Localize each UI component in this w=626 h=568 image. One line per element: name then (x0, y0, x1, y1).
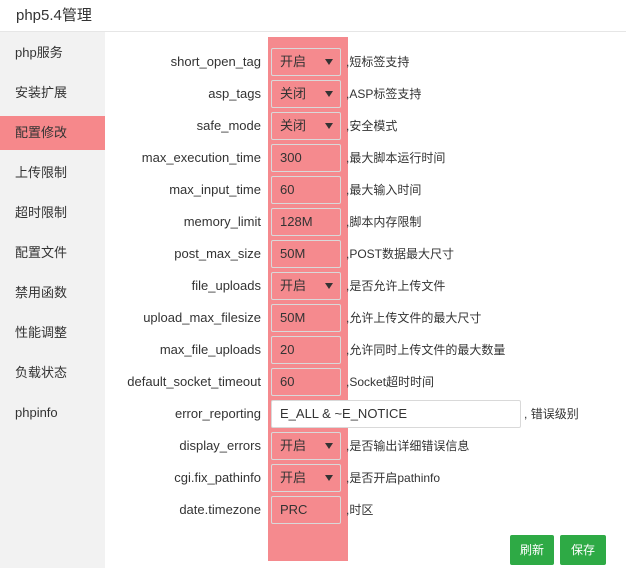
config-label: display_errors (179, 438, 261, 453)
config-label: default_socket_timeout (127, 374, 261, 389)
display-errors-select[interactable]: 开启 (271, 432, 341, 460)
config-row-asp-tags: asp_tags 关闭 ,ASP标签支持 (105, 80, 626, 108)
file-uploads-select[interactable]: 开启 (271, 272, 341, 300)
max-execution-time-input[interactable]: 300 (271, 144, 341, 172)
config-desc: ,是否允许上传文件 (346, 279, 446, 293)
config-desc: ,最大输入时间 (346, 183, 422, 197)
config-desc: ,安全模式 (346, 119, 398, 133)
window-title: php5.4管理 (16, 7, 92, 24)
config-label: max_input_time (169, 182, 261, 197)
config-row-cgi-fix-pathinfo: cgi.fix_pathinfo 开启 ,是否开启pathinfo (105, 464, 626, 492)
config-label: file_uploads (191, 278, 261, 293)
sidebar-item-disabled-functions[interactable]: 禁用函数 (0, 276, 105, 310)
sidebar-item-phpinfo[interactable]: phpinfo (0, 396, 105, 430)
sidebar-item-php-service[interactable]: php服务 (0, 36, 105, 70)
error-reporting-input[interactable]: E_ALL & ~E_NOTICE (271, 400, 521, 428)
config-row-display-errors: display_errors 开启 ,是否输出详细错误信息 (105, 432, 626, 460)
upload-max-filesize-input[interactable]: 50M (271, 304, 341, 332)
config-label: asp_tags (208, 86, 261, 101)
sidebar-item-config-edit[interactable]: 配置修改 (0, 116, 105, 150)
config-label: memory_limit (183, 214, 261, 229)
config-desc: ,允许上传文件的最大尺寸 (346, 311, 482, 325)
config-label: upload_max_filesize (143, 310, 261, 325)
config-label: date.timezone (179, 502, 261, 517)
safe-mode-select[interactable]: 关闭 (271, 112, 341, 140)
sidebar-item-load-status[interactable]: 负载状态 (0, 356, 105, 390)
save-button[interactable]: 保存 (560, 535, 606, 565)
max-file-uploads-input[interactable]: 20 (271, 336, 341, 364)
config-row-date-timezone: date.timezone PRC ,时区 (105, 496, 626, 524)
config-row-error-reporting: error_reporting E_ALL & ~E_NOTICE , 错误级别 (105, 400, 626, 428)
config-row-max-file-uploads: max_file_uploads 20 ,允许同时上传文件的最大数量 (105, 336, 626, 364)
sidebar-item-install-extensions[interactable]: 安装扩展 (0, 76, 105, 110)
sidebar-item-config-file[interactable]: 配置文件 (0, 236, 105, 270)
config-desc: ,是否输出详细错误信息 (346, 439, 470, 453)
config-label: short_open_tag (170, 54, 261, 69)
refresh-button[interactable]: 刷新 (510, 535, 554, 565)
sidebar-item-upload-limit[interactable]: 上传限制 (0, 156, 105, 190)
config-row-safe-mode: safe_mode 关闭 ,安全模式 (105, 112, 626, 140)
config-desc: ,短标签支持 (346, 55, 410, 69)
date-timezone-input[interactable]: PRC (271, 496, 341, 524)
config-row-max-execution-time: max_execution_time 300 ,最大脚本运行时间 (105, 144, 626, 172)
config-label: max_file_uploads (159, 342, 261, 357)
cgi-fix-pathinfo-select[interactable]: 开启 (271, 464, 341, 492)
config-desc: ,允许同时上传文件的最大数量 (346, 343, 506, 357)
sidebar-item-timeout-limit[interactable]: 超时限制 (0, 196, 105, 230)
config-row-default-socket-timeout: default_socket_timeout 60 ,Socket超时时间 (105, 368, 626, 396)
config-desc: ,脚本内存限制 (346, 215, 422, 229)
config-desc: ,POST数据最大尺寸 (346, 247, 455, 261)
sidebar: php服务 安装扩展 配置修改 上传限制 超时限制 配置文件 禁用函数 性能调整… (0, 32, 105, 568)
config-desc: , 错误级别 (524, 407, 579, 421)
sidebar-item-performance[interactable]: 性能调整 (0, 316, 105, 350)
default-socket-timeout-input[interactable]: 60 (271, 368, 341, 396)
config-row-file-uploads: file_uploads 开启 ,是否允许上传文件 (105, 272, 626, 300)
config-label: error_reporting (175, 406, 261, 421)
asp-tags-select[interactable]: 关闭 (271, 80, 341, 108)
config-row-memory-limit: memory_limit 128M ,脚本内存限制 (105, 208, 626, 236)
config-desc: ,最大脚本运行时间 (346, 151, 446, 165)
post-max-size-input[interactable]: 50M (271, 240, 341, 268)
config-row-max-input-time: max_input_time 60 ,最大输入时间 (105, 176, 626, 204)
config-desc: ,Socket超时时间 (346, 375, 435, 389)
config-label: cgi.fix_pathinfo (174, 470, 261, 485)
config-row-short-open-tag: short_open_tag 开启 ,短标签支持 (105, 48, 626, 76)
title-bar: php5.4管理 (0, 0, 626, 32)
config-row-upload-max-filesize: upload_max_filesize 50M ,允许上传文件的最大尺寸 (105, 304, 626, 332)
config-row-post-max-size: post_max_size 50M ,POST数据最大尺寸 (105, 240, 626, 268)
config-desc: ,ASP标签支持 (346, 87, 422, 101)
max-input-time-input[interactable]: 60 (271, 176, 341, 204)
config-label: max_execution_time (141, 150, 261, 165)
config-label: safe_mode (196, 118, 261, 133)
config-label: post_max_size (174, 246, 261, 261)
short-open-tag-select[interactable]: 开启 (271, 48, 341, 76)
config-desc: ,时区 (346, 503, 374, 517)
config-desc: ,是否开启pathinfo (346, 471, 441, 485)
memory-limit-input[interactable]: 128M (271, 208, 341, 236)
